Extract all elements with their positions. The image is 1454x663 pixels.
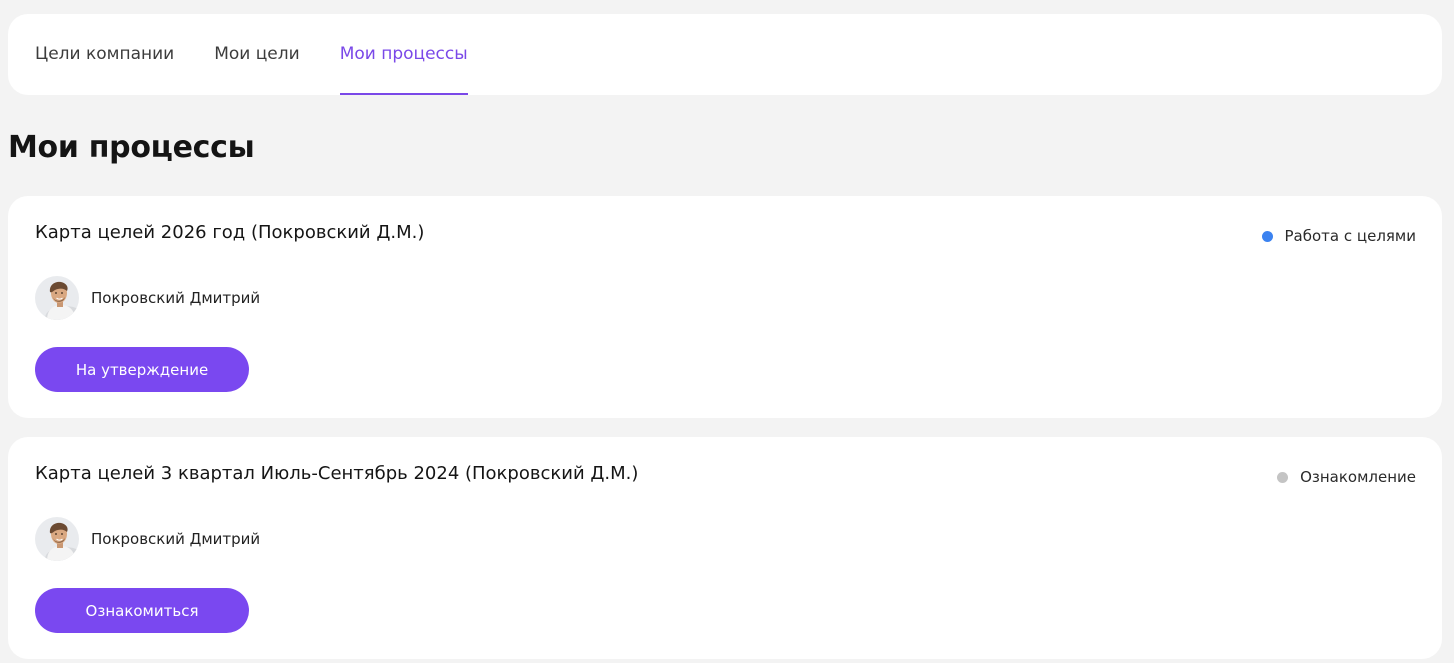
process-card: Карта целей 3 квартал Июль-Сентябрь 2024… [8,437,1442,659]
tabs-row: Цели компании Мои цели Мои процессы [35,14,468,95]
person: Покровский Дмитрий [35,517,260,561]
status-dot-icon [1261,230,1273,242]
acknowledge-button[interactable]: Ознакомиться [35,588,249,633]
person: Покровский Дмитрий [35,276,260,320]
process-title[interactable]: Карта целей 2026 год (Покровский Д.М.) [35,222,424,243]
status-dot-icon [1277,471,1289,483]
avatar [35,276,79,320]
tab-my-processes[interactable]: Мои процессы [339,14,468,95]
tab-my-goals[interactable]: Мои цели [214,14,299,95]
status-badge: Работа с целями [1261,227,1417,245]
tabs-bar: Цели компании Мои цели Мои процессы [8,14,1442,95]
avatar [35,517,79,561]
process-title[interactable]: Карта целей 3 квартал Июль-Сентябрь 2024… [35,463,638,484]
status-badge: Ознакомление [1277,468,1416,486]
page-title: Мои процессы [8,130,255,165]
process-card: Карта целей 2026 год (Покровский Д.М.) Р… [8,196,1442,418]
send-for-approval-button[interactable]: На утверждение [35,347,249,392]
status-label: Ознакомление [1300,468,1416,486]
tab-company-goals[interactable]: Цели компании [35,14,174,95]
status-label: Работа с целями [1284,227,1417,245]
person-name: Покровский Дмитрий [91,530,261,548]
person-name: Покровский Дмитрий [91,289,261,307]
